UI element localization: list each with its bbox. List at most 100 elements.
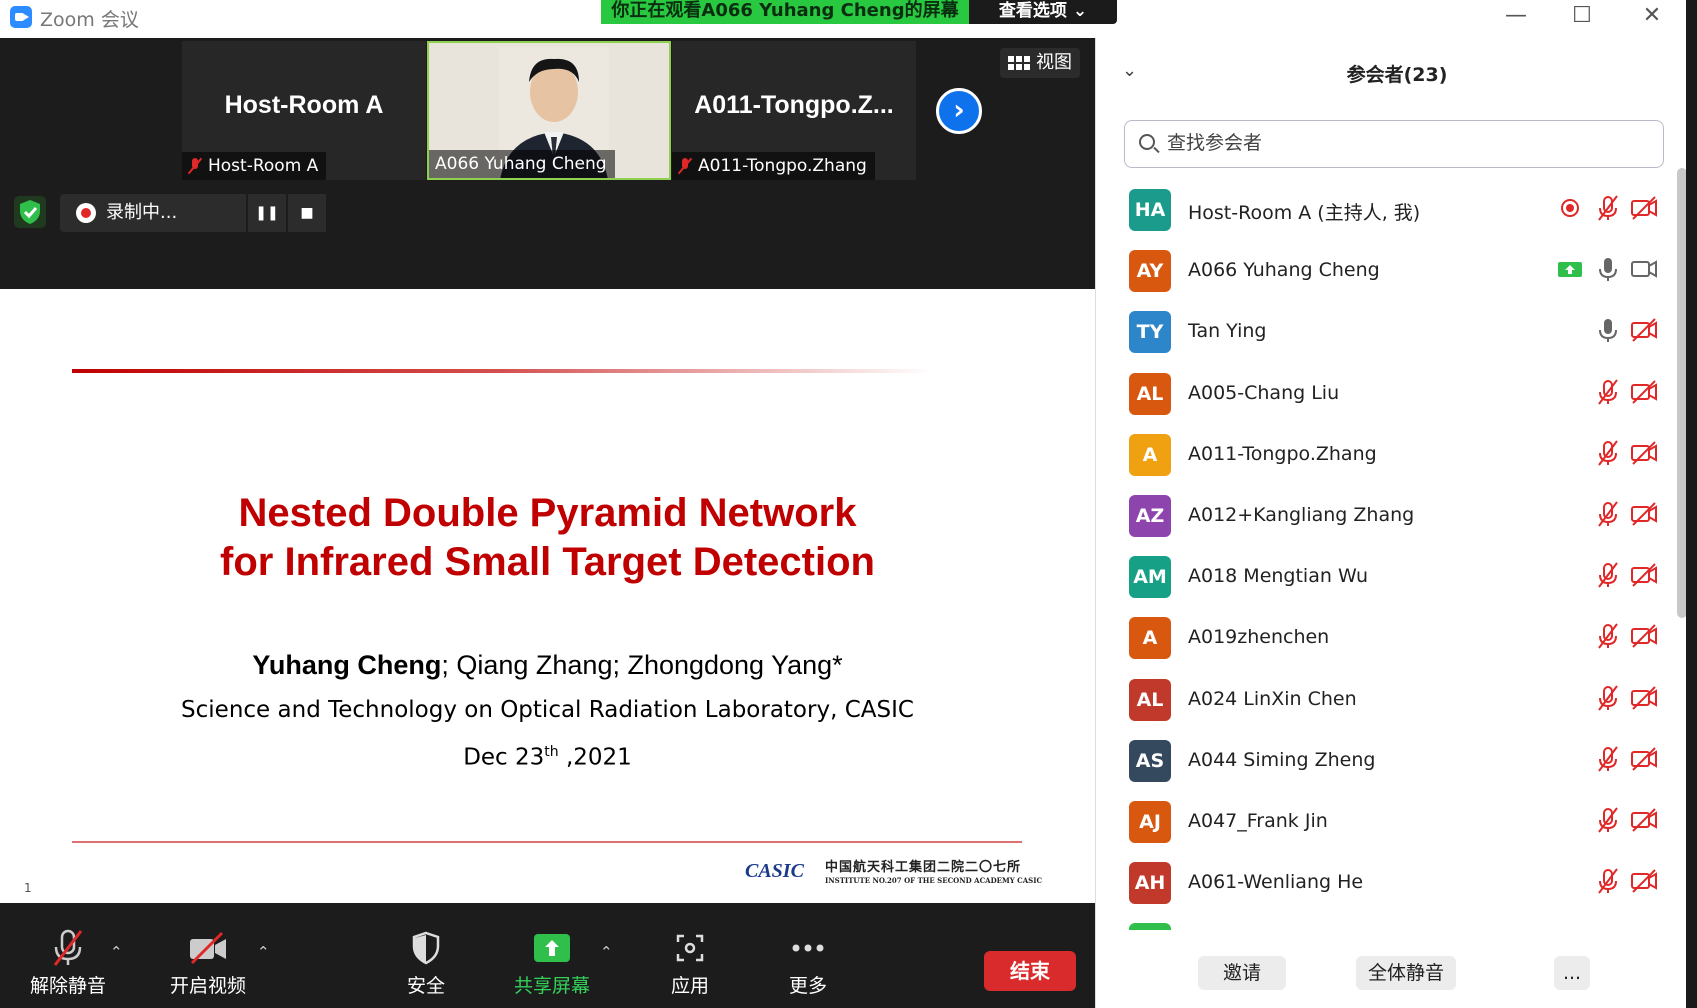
next-page-arrow-icon[interactable]: › [936,88,982,134]
grid-view-icon [1008,56,1030,70]
security-button[interactable]: 安全 [396,929,456,998]
apps-icon [676,934,704,962]
participant-row[interactable]: A A011-Tongpo.Zhang [1096,423,1676,485]
recording-bar: 录制中... ❚❚ ■ [60,194,326,232]
participant-row[interactable]: HA Host-Room A (主持人, 我) [1096,178,1676,240]
avatar: AZ [1129,495,1171,537]
participant-row[interactable]: AL A024 LinXin Chen [1096,668,1676,730]
mute-all-button[interactable]: 全体静音 [1356,956,1456,990]
mic-muted-icon [1594,806,1622,834]
security-shield-icon [412,931,440,965]
avatar: AH [1129,862,1171,905]
tile-name-text: A066 Yuhang Cheng [435,154,607,174]
maximize-button[interactable]: ☐ [1562,2,1602,32]
slide-authors: Yuhang Cheng; Qiang Zhang; Zhongdong Yan… [0,650,1095,681]
video-tile-speaker[interactable]: A066 Yuhang Cheng [427,41,671,180]
stop-recording-button[interactable]: ■ [288,194,326,232]
video-icon [1630,255,1658,283]
video-off-icon [1630,194,1658,222]
participant-row[interactable]: AH A061-Wenliang He [1096,851,1676,913]
slide-first-author: Yuhang Cheng [252,650,442,680]
participant-row[interactable]: AL A005-Chang Liu [1096,362,1676,424]
tile-display-name: Host-Room A [224,91,384,119]
view-options-button[interactable]: 查看选项 ⌄ [969,0,1117,24]
more-label: 更多 [788,975,827,997]
window-title: Zoom 会议 [40,9,139,31]
recording-icon [1556,194,1584,222]
video-tile-host[interactable]: Host-Room A Host-Room A [182,41,426,180]
avatar: AJ [1129,801,1171,843]
view-layout-button[interactable]: 视图 [1000,48,1080,78]
record-icon [76,203,96,223]
mic-muted-icon [1594,745,1622,773]
participants-title: 参会者(23) [1346,64,1448,86]
audio-options-caret-icon[interactable]: ⌃ [110,943,123,961]
avatar: AL [1129,372,1171,415]
slide-date-suffix: th [544,744,559,760]
mic-muted-icon [188,157,202,175]
slide-title: Nested Double Pyramid Network for Infrar… [0,489,1095,587]
video-off-icon [190,931,226,965]
participant-list: HA Host-Room A (主持人, 我) AY A066 Yuhang Chen… [1096,178,1676,930]
video-off-icon [1630,316,1658,344]
tile-name-text: A011-Tongpo.Zhang [698,156,867,176]
start-video-button[interactable]: 开启视频 [168,929,248,998]
slide-date-day: Dec 23 [463,744,545,771]
participant-search-input[interactable]: 查找参会者 [1124,120,1664,168]
security-label: 安全 [406,975,445,997]
participant-row[interactable]: TY Tan Ying [1096,300,1676,362]
share-screen-icon [534,934,570,962]
screen-share-banner: 你正在观看A066 Yuhang Cheng的屏幕 [601,0,969,24]
more-options-button[interactable]: ... [1554,956,1590,990]
unmute-button[interactable]: 解除静音 [28,929,108,998]
mic-muted-icon [1594,378,1622,406]
slide-title-line-1: Nested Double Pyramid Network [238,491,857,535]
pause-recording-button[interactable]: ❚❚ [248,194,286,232]
avatar: AL [1129,678,1171,721]
video-strip: Host-Room A Host-Room A A066 Yuhang Chen… [0,38,1095,289]
mic-muted-icon [1594,561,1622,589]
more-button[interactable]: 更多 [778,929,838,998]
slide-date: Dec 23th ,2021 [0,744,1095,771]
video-tile-participant[interactable]: A011-Tongpo.Z... A011-Tongpo.Zhang [672,41,916,180]
tile-name-label: A066 Yuhang Cheng [429,150,615,178]
close-button[interactable]: ✕ [1632,2,1672,32]
participant-name: A018 Mengtian Wu [1188,565,1369,588]
mic-muted-icon [1594,622,1622,650]
recording-status-text: 录制中... [106,202,178,223]
video-off-icon [1630,561,1658,589]
view-layout-label: 视图 [1036,52,1072,73]
mic-muted-icon [1594,194,1622,222]
avatar: A [1129,617,1171,660]
participant-row[interactable]: AZ A012+Kangliang Zhang [1096,484,1676,546]
mic-icon [1594,316,1622,344]
tile-display-name: A011-Tongpo.Z... [694,91,894,119]
participant-row[interactable]: AM A018 Mengtian Wu [1096,545,1676,607]
avatar: AY [1129,250,1171,293]
video-options-caret-icon[interactable]: ⌃ [257,943,270,961]
participant-row[interactable]: A A019zhenchen [1096,606,1676,668]
avatar: HA [1129,189,1171,231]
participant-row[interactable]: AS A044 Siming Zheng [1096,729,1676,791]
participant-row[interactable]: AY A066 Yuhang Cheng [1096,239,1676,301]
apps-button[interactable]: 应用 [660,929,720,998]
unmute-label: 解除静音 [29,975,106,997]
shared-screen-slide: Nested Double Pyramid Network for Infrar… [0,289,1095,903]
participant-name: A005-Chang Liu [1188,381,1340,404]
participant-name: A024 LinXin Chen [1188,687,1357,710]
window-edge [1686,0,1697,1008]
share-screen-button[interactable]: 共享屏幕 [512,929,592,998]
end-meeting-button[interactable]: 结束 [984,951,1076,991]
participant-name: Host-Room A (主持人, 我) [1188,202,1421,224]
title-bar: Zoom 会议 你正在观看A066 Yuhang Cheng的屏幕 查看选项 ⌄… [0,0,1697,38]
minimize-button[interactable]: — [1496,2,1536,32]
participant-row[interactable]: AJ A047_Frank Jin [1096,790,1676,852]
participant-name: Tan Ying [1188,320,1267,343]
zoom-logo-icon [10,6,32,28]
security-shield-icon[interactable] [14,196,46,228]
recording-status: 录制中... [60,194,246,232]
invite-button[interactable]: 邀请 [1198,956,1286,990]
share-options-caret-icon[interactable]: ⌃ [600,943,613,961]
slide-affiliation: Science and Technology on Optical Radiat… [181,697,914,723]
video-off-icon [1630,378,1658,406]
